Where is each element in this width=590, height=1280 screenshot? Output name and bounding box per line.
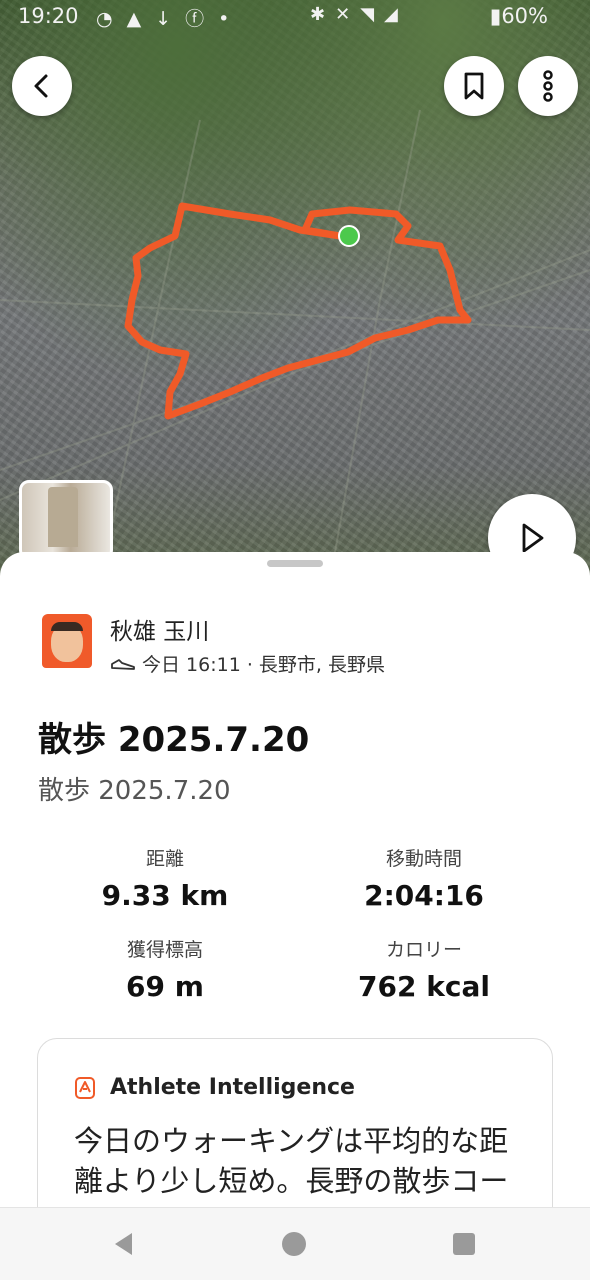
battery-status: ▮60% — [490, 4, 548, 28]
stat-distance: 距離 9.33 km — [45, 844, 285, 912]
activity-meta: 今日 16:11 · 長野市, 長野県 — [110, 650, 385, 677]
stat-elevation-gain: 獲得標高 69 m — [45, 935, 285, 1003]
wifi-icon: ◥ — [360, 4, 385, 25]
download-icon: ↓ — [155, 8, 186, 30]
more-vertical-icon — [543, 70, 553, 102]
triangle-back-icon — [115, 1233, 132, 1255]
sheet-drag-handle[interactable] — [267, 560, 323, 567]
avatar[interactable] — [42, 614, 92, 668]
athlete-intelligence-title: Athlete Intelligence — [110, 1075, 355, 1100]
notification-icons: ◔▲↓ⓕ• — [96, 4, 243, 31]
dot-icon: • — [218, 8, 244, 30]
bookmark-icon — [464, 72, 484, 100]
activity-sheet: 秋雄 玉川 今日 16:11 · 長野市, 長野県 散歩 2025.7.20 散… — [0, 552, 590, 1240]
circle-home-icon — [282, 1232, 306, 1256]
route-line — [124, 202, 472, 420]
bookmark-button[interactable] — [444, 56, 504, 116]
nav-home-button[interactable] — [280, 1230, 308, 1258]
stone-monument — [48, 487, 78, 547]
status-bar: 19:20 ◔▲↓ⓕ• ✱✕◥◢ ▮60% — [0, 0, 590, 36]
avatar-hair — [51, 622, 83, 631]
warning-icon: ▲ — [126, 8, 156, 30]
chevron-left-icon — [34, 74, 48, 98]
messenger-icon: ◔ — [96, 8, 127, 30]
signal-icon: ◢ — [384, 4, 408, 25]
nav-back-button[interactable] — [110, 1230, 138, 1258]
mute-icon: ✕ — [335, 4, 361, 25]
system-nav-bar — [0, 1207, 590, 1280]
stat-calories: カロリー 762 kcal — [304, 935, 544, 1003]
stat-value: 2:04:16 — [364, 879, 484, 912]
route-map[interactable]: 19:20 ◔▲↓ⓕ• ✱✕◥◢ ▮60% — [0, 0, 590, 580]
stat-value: 9.33 km — [101, 879, 229, 912]
activity-meta-text: 今日 16:11 · 長野市, 長野県 — [142, 654, 385, 676]
facebook-icon: ⓕ — [185, 8, 219, 30]
battery-percent: 60% — [501, 4, 548, 28]
shoe-icon — [111, 658, 135, 670]
stat-label: 移動時間 — [385, 848, 462, 870]
nav-recents-button[interactable] — [450, 1230, 478, 1258]
start-marker — [338, 225, 360, 247]
athlete-name[interactable]: 秋雄 玉川 — [110, 612, 209, 646]
bluetooth-icon: ✱ — [310, 4, 336, 25]
strava-logo-icon — [75, 1076, 95, 1099]
stat-moving-time: 移動時間 2:04:16 — [304, 844, 544, 912]
photo-thumbnail[interactable] — [19, 480, 113, 560]
stat-label: 獲得標高 — [126, 939, 203, 961]
activity-description: 散歩 2025.7.20 — [38, 776, 231, 806]
more-options-button[interactable] — [518, 56, 578, 116]
stat-value: 762 kcal — [358, 970, 490, 1003]
stat-label: カロリー — [385, 939, 462, 961]
back-button[interactable] — [12, 56, 72, 116]
battery-icon: ▮ — [489, 4, 502, 28]
stat-label: 距離 — [145, 848, 184, 870]
status-time: 19:20 — [18, 4, 79, 28]
play-icon — [522, 523, 544, 553]
activity-title: 散歩 2025.7.20 — [38, 720, 310, 760]
athlete-intelligence-header: Athlete Intelligence — [74, 1075, 355, 1100]
stat-value: 69 m — [126, 970, 204, 1003]
square-recents-icon — [453, 1233, 475, 1255]
system-icons: ✱✕◥◢ — [310, 4, 408, 25]
